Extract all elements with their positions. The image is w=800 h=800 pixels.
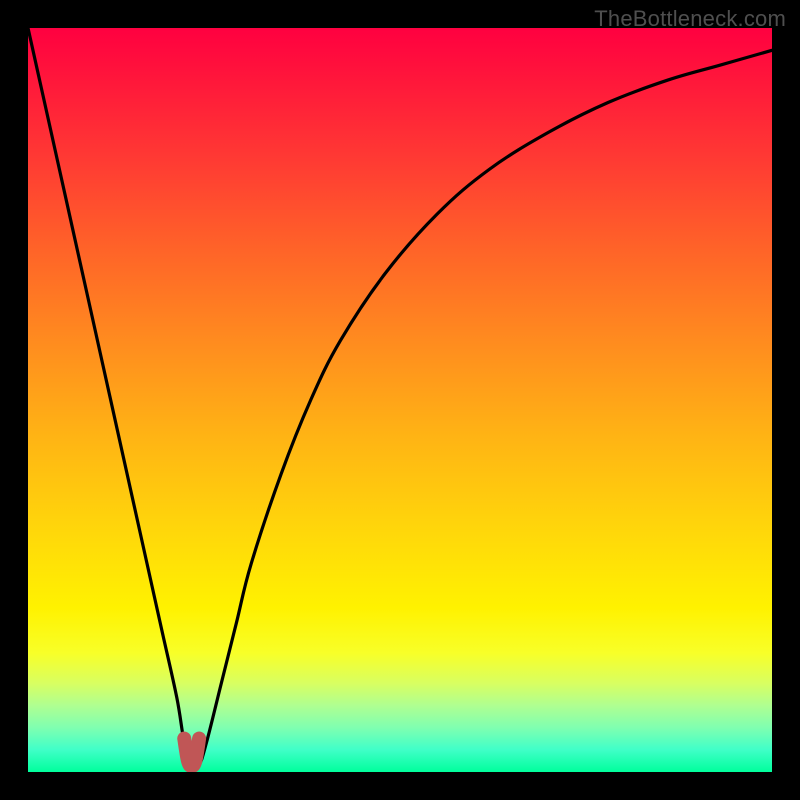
plot-area: [28, 28, 772, 772]
bottleneck-curve: [28, 28, 772, 768]
chart-frame: TheBottleneck.com: [0, 0, 800, 800]
highlight-marker: [184, 739, 199, 767]
curve-layer: [28, 28, 772, 772]
watermark-text: TheBottleneck.com: [594, 6, 786, 32]
